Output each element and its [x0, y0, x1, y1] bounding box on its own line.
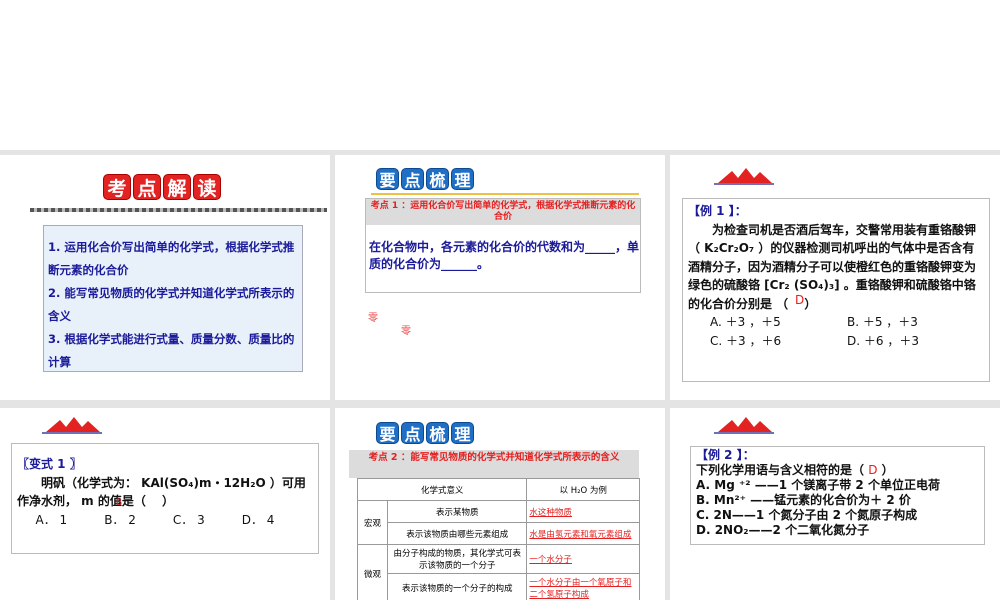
option: C. 2N——1 个氮分子由 2 个氮原子构成 — [696, 508, 918, 522]
slide-title: 要 点 梳 理 — [376, 422, 474, 444]
meaning-table: 化学式意义以 H₂O 为例 宏观 表示某物质 水这种物质 表示该物质由哪些元素组成水… — [356, 478, 640, 600]
option: B． 2 — [104, 512, 136, 527]
divider — [371, 193, 639, 195]
option: B. Mn²⁺ ——锰元素的化合价为＋ 2 价 — [696, 493, 911, 507]
slide-title: 考 点 解 读 — [103, 174, 221, 200]
table-cell: 表示该物质的一个分子的构成 — [386, 573, 528, 600]
slide-thumbnail-1[interactable]: 考 点 解 读 1. 运用化合价写出简单的化学式，根据化学式推断元素的化合价 2… — [0, 155, 330, 400]
option: A. Mg ⁺² ——1 个镁离子带 2 个单位正电荷 — [696, 478, 940, 492]
wave-divider — [30, 208, 327, 212]
row-group: 宏观 — [357, 500, 388, 545]
table-cell: 水这种物质 — [526, 500, 640, 523]
objective-item: 1. 运用化合价写出简单的化学式，根据化学式推断元素的化合价 — [48, 240, 295, 277]
blank-area — [0, 0, 1000, 150]
objective-item: 3. 根据化学式能进行式量、质量分数、质量比的计算 — [48, 332, 295, 369]
slide-thumbnail-6[interactable]: 【例 2 】： 下列化学用语与含义相符的是（ D ） A. Mg ⁺² ——1 … — [670, 408, 1000, 600]
question-text: 明矾（化学式为： KAl(SO₄)m・12H₂O ）可用作净水剂， m 的值是（… — [17, 475, 306, 509]
table-cell: 一个水分子由一个氧原子和二个氢原子构成 — [526, 573, 640, 600]
content-box: 考点 1 ：运用化合价写出简单的化学式，根据化学式推断元素的化合价 在化合物中，… — [365, 198, 641, 293]
title-char: 梳 — [426, 168, 449, 190]
title-char: 梳 — [426, 422, 449, 444]
slide-thumbnail-3[interactable]: 【例 1 】： 为检查司机是否酒后驾车，交警常用装有重铬酸钾（ K₂Cr₂O₇ … — [670, 155, 1000, 400]
question-text: 为检查司机是否酒后驾车，交警常用装有重铬酸钾（ K₂Cr₂O₇ ）的仪器检测司机… — [688, 222, 977, 293]
table-cell: 表示某物质 — [386, 500, 528, 523]
question-label: 〖变式 1 〗 — [17, 457, 82, 471]
objectives-box: 1. 运用化合价写出简单的化学式，根据化学式推断元素的化合价 2. 能写常见物质… — [43, 225, 303, 372]
slide-thumbnail-2[interactable]: 要 点 梳 理 考点 1 ：运用化合价写出简单的化学式，根据化学式推断元素的化合… — [335, 155, 665, 400]
table-cell: 一个水分子 — [526, 544, 640, 574]
question-text: 下列化学用语与含义相符的是（ — [696, 463, 865, 477]
table-header: 化学式意义 — [356, 478, 528, 501]
title-char: 理 — [451, 168, 474, 190]
option: D． 4 — [241, 512, 275, 527]
question-box: 【例 1 】： 为检查司机是否酒后驾车，交警常用装有重铬酸钾（ K₂Cr₂O₇ … — [682, 198, 990, 382]
answer-text: D — [868, 463, 878, 477]
slide-thumbnail-4[interactable]: 〖变式 1 〗 明矾（化学式为： KAl(SO₄)m・12H₂O ）可用作净水剂… — [0, 408, 330, 600]
table-cell: 由分子构成的物质，其化学式可表示该物质的一个分子 — [386, 544, 528, 574]
title-char: 读 — [193, 174, 221, 200]
title-char: 解 — [163, 174, 191, 200]
question-box: 【例 2 】： 下列化学用语与含义相符的是（ D ） A. Mg ⁺² ——1 … — [690, 446, 985, 545]
option: B. ＋5 ，＋3 — [847, 315, 918, 329]
question-text: ） — [881, 463, 894, 477]
title-char: 点 — [401, 422, 424, 444]
title-char: 要 — [376, 168, 399, 190]
option: C. ＋3 ，＋6 — [710, 333, 782, 348]
answer-text: 零 — [368, 313, 378, 324]
option: D. ＋6 ，＋3 — [847, 333, 919, 348]
question-label: 【例 1 】： — [688, 204, 747, 218]
section-header: 考点 2 ：能写常见物质的化学式并知道化学式所表示的含义 — [349, 450, 639, 478]
mountain-logo-icon — [42, 417, 102, 434]
table-cell: 水是由氢元素和氧元素组成 — [526, 522, 640, 545]
row-group: 微观 — [357, 544, 388, 600]
slide-thumbnail-5[interactable]: 要 点 梳 理 考点 2 ：能写常见物质的化学式并知道化学式所表示的含义 化学式… — [335, 408, 665, 600]
mountain-logo-icon — [714, 168, 774, 185]
title-char: 点 — [133, 174, 161, 200]
option: A． 1 — [35, 512, 68, 527]
title-char: 理 — [451, 422, 474, 444]
option: D. 2NO₂——2 个二氧化氮分子 — [696, 523, 870, 537]
slide-title: 要 点 梳 理 — [376, 168, 474, 190]
answer-text: B — [116, 498, 123, 508]
objective-item: 2. 能写常见物质的化学式并知道化学式所表示的含义 — [48, 286, 295, 323]
table-header: 以 H₂O 为例 — [526, 478, 640, 501]
body-text: 在化合物中，各元素的化合价的代数和为_____，单质的化合价为______。 — [369, 240, 640, 271]
mountain-logo-icon — [714, 417, 774, 434]
answer-text: 零 — [401, 326, 411, 337]
option: C． 3 — [172, 512, 205, 527]
question-box: 〖变式 1 〗 明矾（化学式为： KAl(SO₄)m・12H₂O ）可用作净水剂… — [11, 443, 319, 554]
section-header: 考点 1 ：运用化合价写出简单的化学式，根据化学式推断元素的化合价 — [366, 199, 640, 225]
title-char: 点 — [401, 168, 424, 190]
title-char: 考 — [103, 174, 131, 200]
table-cell: 表示该物质由哪些元素组成 — [386, 522, 528, 545]
question-text: 的化合价分别是 （ ） — [688, 296, 817, 311]
question-label: 【例 2 】： — [696, 448, 755, 462]
title-char: 要 — [376, 422, 399, 444]
answer-text: D — [795, 293, 805, 307]
option: A. ＋3 ，＋5 — [710, 315, 781, 329]
